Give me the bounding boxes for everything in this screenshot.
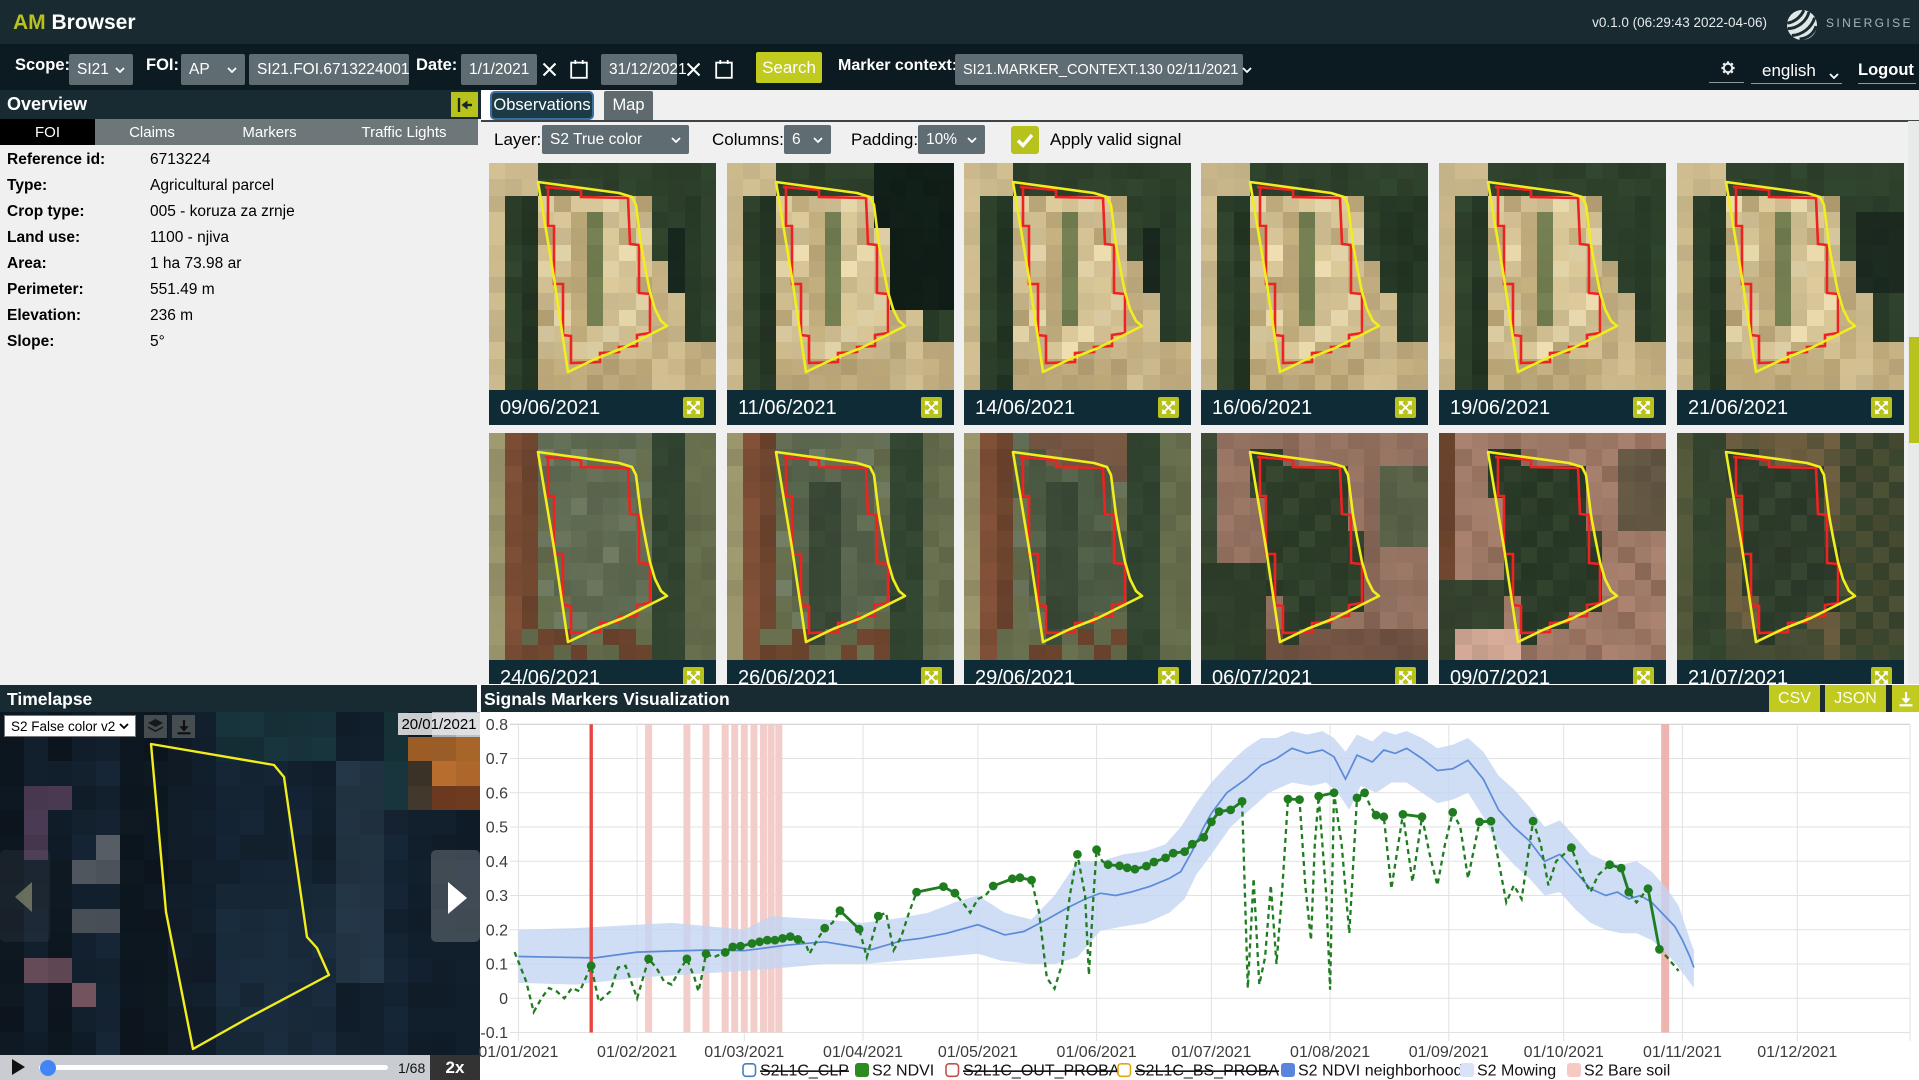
svg-text:01/07/2021: 01/07/2021 — [1171, 1044, 1251, 1061]
svg-text:0.8: 0.8 — [486, 717, 508, 734]
svg-text:S2 NDVI neighborhood: S2 NDVI neighborhood — [1298, 1063, 1463, 1080]
svg-text:01/04/2021: 01/04/2021 — [823, 1044, 903, 1061]
svg-text:S2 Mowing: S2 Mowing — [1477, 1063, 1556, 1080]
svg-text:0.2: 0.2 — [486, 922, 508, 939]
svg-text:01/02/2021: 01/02/2021 — [597, 1044, 677, 1061]
svg-text:01/08/2021: 01/08/2021 — [1290, 1044, 1370, 1061]
svg-text:0.7: 0.7 — [486, 751, 508, 768]
svg-text:01/05/2021: 01/05/2021 — [938, 1044, 1018, 1061]
svg-text:S2L1C_BS_PROBA: S2L1C_BS_PROBA — [1135, 1063, 1279, 1080]
svg-text:01/10/2021: 01/10/2021 — [1524, 1044, 1604, 1061]
svg-text:S2 NDVI: S2 NDVI — [872, 1063, 934, 1080]
svg-text:01/11/2021: 01/11/2021 — [1643, 1044, 1722, 1061]
svg-text:S2 Bare soil: S2 Bare soil — [1584, 1063, 1670, 1080]
svg-text:01/06/2021: 01/06/2021 — [1057, 1044, 1137, 1061]
svg-text:01/03/2021: 01/03/2021 — [704, 1044, 784, 1061]
svg-text:-0.1: -0.1 — [480, 1025, 508, 1042]
svg-text:S2L1C_CLP: S2L1C_CLP — [760, 1063, 849, 1080]
svg-text:01/12/2021: 01/12/2021 — [1757, 1044, 1837, 1061]
svg-text:0: 0 — [499, 991, 508, 1008]
svg-text:0.3: 0.3 — [486, 888, 508, 905]
svg-text:0.6: 0.6 — [486, 785, 508, 802]
svg-text:0.1: 0.1 — [486, 957, 508, 974]
svg-text:01/01/2021: 01/01/2021 — [478, 1044, 558, 1061]
svg-text:01/09/2021: 01/09/2021 — [1409, 1044, 1489, 1061]
svg-text:0.4: 0.4 — [486, 854, 508, 871]
svg-text:0.5: 0.5 — [486, 820, 508, 837]
svg-text:S2L1C_OUT_PROBA: S2L1C_OUT_PROBA — [963, 1063, 1120, 1080]
